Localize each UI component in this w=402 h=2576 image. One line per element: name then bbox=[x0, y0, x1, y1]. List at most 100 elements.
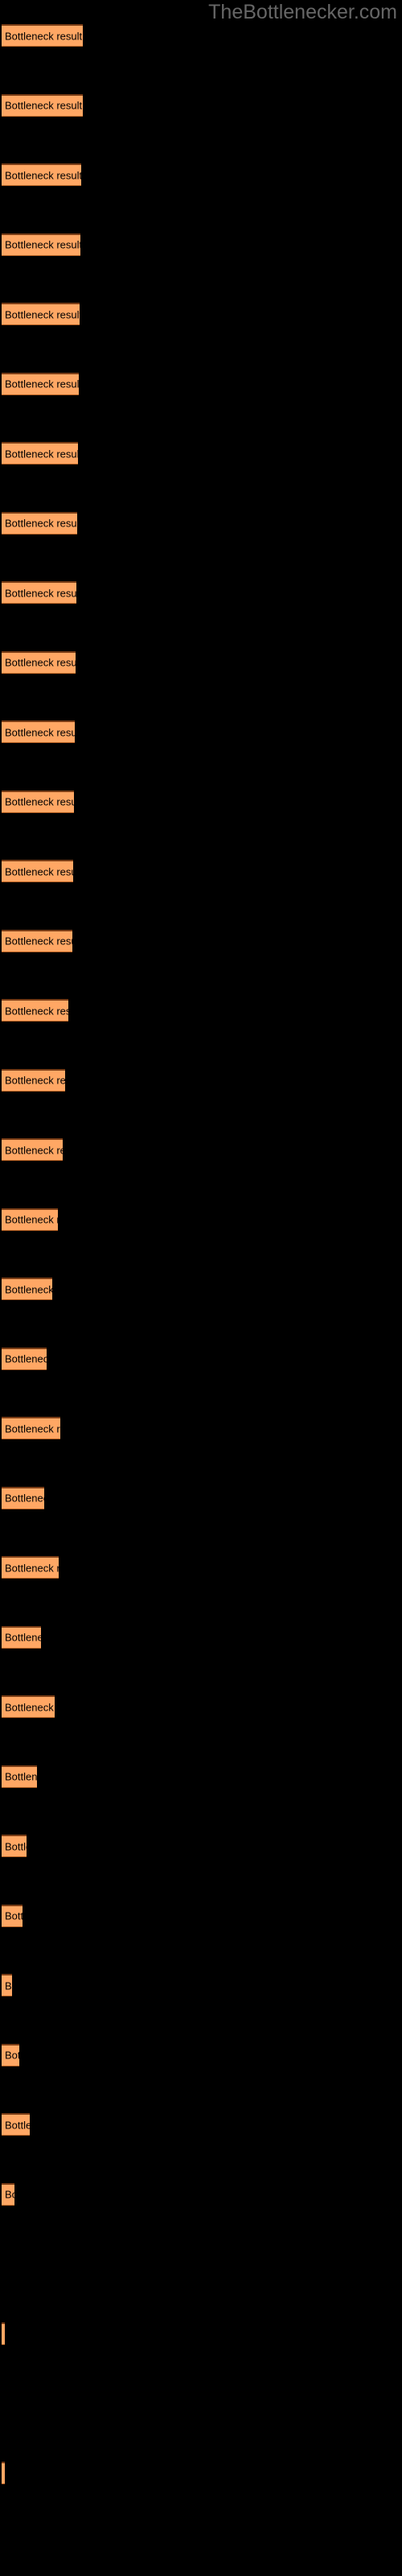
bar[interactable]: Bottleneck result bbox=[2, 1208, 58, 1231]
bar[interactable]: Bottleneck result bbox=[2, 2113, 30, 2136]
bar-row: Bottleneck result bbox=[0, 1417, 402, 1439]
bar[interactable]: Bottleneck result bbox=[2, 1556, 59, 1579]
bar[interactable]: Bottleneck result bbox=[2, 2461, 5, 2484]
bar-label: Bottleneck result bbox=[5, 1909, 23, 1922]
bar-row: Bottleneck result bbox=[0, 24, 402, 47]
bar-row: Bottleneck result bbox=[0, 999, 402, 1022]
bar-label: Bottleneck result bbox=[5, 1005, 68, 1017]
bar[interactable]: Bottleneck result bbox=[2, 860, 73, 882]
bar-row: Bottleneck result bbox=[0, 1347, 402, 1370]
bar-label: Bottleneck result bbox=[5, 1770, 37, 1783]
bar[interactable]: Bottleneck result bbox=[2, 1765, 37, 1788]
bar[interactable]: Bottleneck result bbox=[2, 2322, 5, 2345]
bar[interactable]: Bottleneck result bbox=[2, 1695, 55, 1718]
bar-row bbox=[0, 2392, 402, 2414]
bar[interactable]: Bottleneck result bbox=[2, 24, 83, 47]
bar[interactable]: Bottleneck result bbox=[2, 1138, 63, 1161]
bar-row: Bottleneck result bbox=[0, 1625, 402, 1649]
bar-row: Bottleneck result bbox=[0, 2322, 402, 2345]
bar-row: Bottleneck result bbox=[0, 581, 402, 604]
bar-label: Bottleneck result bbox=[5, 517, 77, 530]
bar-label: Bottleneck result bbox=[5, 2188, 14, 2201]
bar-row: Bottleneck result bbox=[0, 1556, 402, 1579]
bar-label: Bottleneck result bbox=[5, 935, 72, 947]
bar-label: Bottleneck result bbox=[5, 587, 76, 599]
bar-label: Bottleneck result bbox=[5, 656, 76, 669]
bar-row: Bottleneck result bbox=[0, 1278, 402, 1300]
bar-row: Bottleneck result bbox=[0, 2182, 402, 2206]
bar-label: Bottleneck result bbox=[5, 1840, 27, 1852]
bar[interactable]: Bottleneck result bbox=[2, 999, 68, 1022]
bar[interactable]: Bottleneck result bbox=[2, 1904, 23, 1927]
bar-row: Bottleneck result bbox=[0, 1765, 402, 1788]
bar-label: Bottleneck result bbox=[5, 378, 79, 390]
bar-label: Bottleneck result bbox=[5, 99, 83, 112]
bar-row: Bottleneck result bbox=[0, 1486, 402, 1509]
bar-label: Bottleneck result bbox=[5, 1283, 52, 1295]
bar-row: Bottleneck result bbox=[0, 2043, 402, 2066]
bar-label: Bottleneck result bbox=[5, 2119, 30, 2131]
bar[interactable]: Bottleneck result bbox=[2, 1068, 65, 1092]
bar[interactable]: Bottleneck result bbox=[2, 233, 80, 256]
bar-label: Bottleneck result bbox=[5, 1144, 63, 1156]
bar-row: Bottleneck result bbox=[0, 1208, 402, 1231]
bar-row bbox=[0, 2252, 402, 2275]
bar-row: Bottleneck result bbox=[0, 929, 402, 952]
bar[interactable]: Bottleneck result bbox=[2, 2043, 19, 2066]
bar[interactable]: Bottleneck result bbox=[2, 1278, 52, 1300]
bar-label: Bottleneck result bbox=[5, 726, 75, 738]
bar-row: Bottleneck result bbox=[0, 1835, 402, 1857]
bar[interactable]: Bottleneck result bbox=[2, 2182, 14, 2206]
bar[interactable]: Bottleneck result bbox=[2, 929, 72, 952]
bar-label: Bottleneck result bbox=[5, 1492, 44, 1505]
bar[interactable]: Bottleneck result bbox=[2, 1347, 47, 1370]
bar-label: Bottleneck result bbox=[5, 2049, 19, 2062]
bar-row: Bottleneck result bbox=[0, 1974, 402, 1996]
bar-row: Bottleneck result bbox=[0, 1695, 402, 1718]
bar-row: Bottleneck result bbox=[0, 2113, 402, 2136]
bar-row: Bottleneck result bbox=[0, 1138, 402, 1161]
bar[interactable]: Bottleneck result bbox=[2, 442, 78, 464]
bar-label: Bottleneck result bbox=[5, 308, 80, 320]
bar[interactable]: Bottleneck result bbox=[2, 303, 80, 325]
bar-row: Bottleneck result bbox=[0, 1068, 402, 1092]
bar[interactable]: Bottleneck result bbox=[2, 511, 77, 535]
bar[interactable]: Bottleneck result bbox=[2, 650, 76, 674]
bar-row: Bottleneck result bbox=[0, 1904, 402, 1927]
bottleneck-bar-chart: TheBottlenecker.com Bottleneck result Bot… bbox=[0, 0, 402, 2576]
bar-label: Bottleneck result bbox=[5, 1631, 41, 1644]
bar-label: Bottleneck result bbox=[5, 1562, 59, 1574]
bar-label: Bottleneck result bbox=[5, 1979, 12, 1992]
bar[interactable]: Bottleneck result bbox=[2, 1486, 44, 1509]
bar-row: Bottleneck result bbox=[0, 233, 402, 256]
bar-label: Bottleneck result bbox=[5, 169, 81, 181]
bar-row: Bottleneck result bbox=[0, 860, 402, 882]
bar-row: Bottleneck result bbox=[0, 720, 402, 743]
bar[interactable]: Bottleneck result bbox=[2, 93, 83, 117]
bar-row: Bottleneck result bbox=[0, 2461, 402, 2484]
bar-label: Bottleneck result bbox=[5, 448, 78, 460]
bar-label: Bottleneck result bbox=[5, 1422, 60, 1435]
bar[interactable]: Bottleneck result bbox=[2, 1625, 41, 1649]
bar[interactable]: Bottleneck result bbox=[2, 1974, 12, 1996]
bar[interactable]: Bottleneck result bbox=[2, 1835, 27, 1857]
bar[interactable]: Bottleneck result bbox=[2, 1417, 60, 1439]
bar-label: Bottleneck result bbox=[5, 1074, 65, 1087]
bar[interactable]: Bottleneck result bbox=[2, 372, 79, 395]
bar[interactable]: Bottleneck result bbox=[2, 581, 76, 604]
bar-label: Bottleneck result bbox=[5, 1213, 58, 1226]
site-watermark: TheBottlenecker.com bbox=[208, 1, 397, 23]
bar-label: Bottleneck result bbox=[5, 795, 74, 808]
bar-row: Bottleneck result bbox=[0, 163, 402, 186]
bar[interactable]: Bottleneck result bbox=[2, 163, 81, 186]
bar[interactable]: Bottleneck result bbox=[2, 720, 75, 743]
bar-label: Bottleneck result bbox=[5, 1701, 55, 1713]
bar-label: Bottleneck result bbox=[5, 1352, 47, 1365]
bar[interactable]: Bottleneck result bbox=[2, 790, 74, 813]
bar-row: Bottleneck result bbox=[0, 303, 402, 325]
bar-label: Bottleneck result bbox=[5, 30, 83, 42]
bar-row: Bottleneck result bbox=[0, 93, 402, 117]
bar-row: Bottleneck result bbox=[0, 442, 402, 464]
bar-label: Bottleneck result bbox=[5, 238, 80, 251]
bar-label: Bottleneck result bbox=[5, 865, 73, 877]
